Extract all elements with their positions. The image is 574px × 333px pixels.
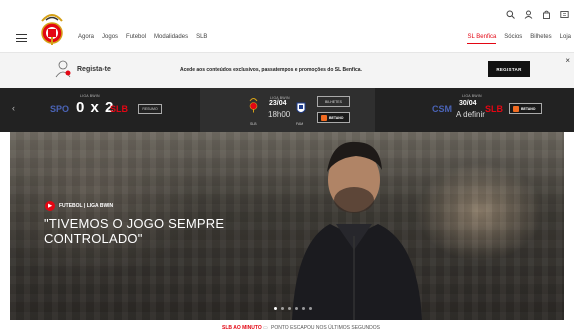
match1-away-team: SLB bbox=[110, 104, 128, 114]
nav-item-sl-benfica[interactable]: SL Benfica bbox=[467, 34, 496, 44]
page: Agora Jogos Futebol Modalidades SLB SL B… bbox=[0, 0, 574, 333]
menu-icon[interactable] bbox=[16, 34, 27, 42]
hero-category-label: FUTEBOL | LIGA BWIN bbox=[59, 203, 114, 209]
match2-tickets-button[interactable]: BILHETES bbox=[317, 96, 350, 107]
chevron-left-icon[interactable]: ‹ bbox=[12, 103, 15, 113]
match3-date: 30/04 bbox=[459, 100, 477, 107]
shopping-bag-icon[interactable] bbox=[542, 10, 551, 19]
hero-banner[interactable]: ▶ FUTEBOL | LIGA BWIN "TIVEMOS O JOGO SE… bbox=[10, 132, 564, 320]
register-button[interactable]: REGISTAR bbox=[488, 61, 530, 77]
register-banner: Regista-te Acede aos conteúdos exclusivo… bbox=[0, 53, 574, 88]
match2-time: 18h00 bbox=[268, 110, 291, 119]
nav-item-futebol[interactable]: Futebol bbox=[126, 34, 146, 40]
benfica-crest-logo[interactable] bbox=[36, 11, 68, 47]
match3-sponsor-label: BETANO bbox=[521, 106, 536, 111]
match2-sponsor-label: BETANO bbox=[329, 115, 344, 120]
nav-item-loja[interactable]: Loja bbox=[560, 34, 571, 44]
match3-away-team: SLB bbox=[485, 104, 503, 114]
ticket-icon[interactable] bbox=[560, 10, 569, 19]
news-ticker: SLB AO MINUTO ▭ PONTO ESCAPOU NOS ÚLTIMO… bbox=[0, 320, 574, 333]
nav-item-bilhetes[interactable]: Bilhetes bbox=[530, 34, 551, 44]
chat-icon: ▭ bbox=[263, 325, 268, 331]
ticker-label[interactable]: SLB AO MINUTO bbox=[222, 325, 262, 331]
secondary-nav: SL Benfica Sócios Bilhetes Loja bbox=[467, 34, 571, 44]
nav-item-slb[interactable]: SLB bbox=[196, 34, 207, 40]
famalicao-crest-icon bbox=[296, 102, 306, 113]
match1-home-team: SPO bbox=[50, 104, 70, 114]
match1-score: 0 x 2 bbox=[76, 99, 115, 116]
carousel-dot[interactable] bbox=[309, 307, 312, 310]
site-header: Agora Jogos Futebol Modalidades SLB SL B… bbox=[0, 0, 574, 53]
carousel-dots bbox=[274, 307, 312, 310]
nav-item-jogos[interactable]: Jogos bbox=[102, 34, 118, 40]
main-nav: Agora Jogos Futebol Modalidades SLB bbox=[78, 34, 207, 40]
search-icon[interactable] bbox=[506, 10, 515, 19]
match-strip: ‹ LIGA BWIN SPO 0 x 2 SLB RESUMO LIGA BW… bbox=[0, 88, 574, 132]
carousel-dot[interactable] bbox=[288, 307, 291, 310]
carousel-dot[interactable] bbox=[274, 307, 277, 310]
register-label[interactable]: Regista-te bbox=[77, 66, 111, 73]
hero-category-tag: ▶ FUTEBOL | LIGA BWIN bbox=[45, 201, 113, 211]
betano-logo-icon bbox=[321, 114, 327, 121]
coach-photo bbox=[292, 141, 422, 320]
user-add-icon bbox=[55, 60, 71, 78]
match2-away-team: FAM bbox=[296, 122, 304, 126]
carousel-dot[interactable] bbox=[295, 307, 298, 310]
hero-headline[interactable]: "TIVEMOS O JOGO SEMPRE CONTROLADO" bbox=[44, 216, 274, 246]
carousel-dot[interactable] bbox=[302, 307, 305, 310]
match3-betano-button[interactable]: BETANO bbox=[509, 103, 542, 114]
carousel-dot[interactable] bbox=[281, 307, 284, 310]
nav-item-socios[interactable]: Sócios bbox=[504, 34, 522, 44]
betano-logo-icon bbox=[513, 105, 519, 112]
match1-league: LIGA BWIN bbox=[80, 94, 100, 98]
nav-item-modalidades[interactable]: Modalidades bbox=[154, 34, 188, 40]
ticker-text[interactable]: PONTO ESCAPOU NOS ÚLTIMOS SEGUNDOS bbox=[271, 325, 380, 331]
match3-time: A definir bbox=[456, 110, 485, 119]
nav-item-agora[interactable]: Agora bbox=[78, 34, 94, 40]
header-icons bbox=[506, 10, 569, 19]
close-icon[interactable]: × bbox=[565, 56, 570, 65]
user-icon[interactable] bbox=[524, 10, 533, 19]
slb-crest-icon bbox=[249, 98, 258, 113]
match3-league: LIGA BWIN bbox=[462, 94, 482, 98]
match2-betano-button[interactable]: BETANO bbox=[317, 112, 350, 123]
match2-date: 23/04 bbox=[269, 100, 287, 107]
match3-home-team: CSM bbox=[432, 104, 452, 114]
match2-home-team: SLB bbox=[250, 122, 257, 126]
match1-summary-button[interactable]: RESUMO bbox=[138, 104, 162, 114]
play-icon[interactable]: ▶ bbox=[45, 201, 55, 211]
register-description: Acede aos conteúdos exclusivos, passatem… bbox=[180, 67, 362, 73]
